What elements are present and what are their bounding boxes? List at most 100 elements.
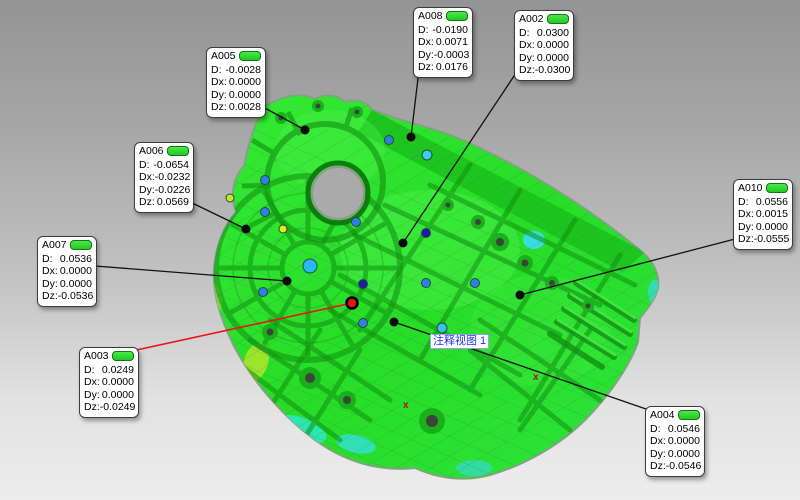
row-value-dy: -0.0226 [155, 184, 191, 197]
row-value-d: -0.0190 [432, 24, 468, 37]
annotation-id: A002 [519, 13, 544, 26]
annotation-id: A004 [650, 409, 675, 422]
row-label-dy: Dy: [738, 221, 754, 234]
row-label-d: D: [84, 364, 95, 377]
anchor-point-A010[interactable] [516, 291, 525, 300]
row-label-dx: Dx: [211, 76, 227, 89]
measurement-dot-hub[interactable] [303, 259, 317, 273]
row-value-dz: -0.0300 [535, 64, 571, 77]
row-label-d: D: [211, 64, 222, 77]
row-label-d: D: [519, 27, 530, 40]
row-label-dy: Dy: [418, 49, 434, 62]
datum-x-marker: x [403, 400, 409, 411]
measurement-dot-yellow[interactable] [279, 225, 287, 233]
row-value-dy: 0.0000 [537, 52, 569, 65]
row-value-dx: 0.0015 [756, 208, 788, 221]
row-value-dz: 0.0176 [436, 61, 468, 74]
row-label-dx: Dx: [650, 435, 666, 448]
row-value-d: 0.0300 [537, 27, 569, 40]
measurement-dot-blue[interactable] [259, 288, 268, 297]
row-label-dz: Dz: [42, 290, 58, 303]
row-value-d: 0.0249 [102, 364, 134, 377]
datum-x-marker: x [533, 372, 539, 383]
row-value-dx: 0.0000 [229, 76, 261, 89]
measurement-dot-blue[interactable] [422, 279, 431, 288]
measurement-dot-blue[interactable] [352, 218, 361, 227]
tolerance-pass-indicator [112, 351, 134, 361]
annotation-id: A005 [211, 50, 236, 63]
row-value-dy: -0.0003 [434, 49, 470, 62]
annotation-id: A006 [139, 145, 164, 158]
row-value-dx: 0.0000 [60, 265, 92, 278]
annotation-label-A010[interactable]: A010 D:0.0556 Dx:0.0015 Dy:0.0000 Dz:-0.… [733, 179, 793, 250]
row-value-d: 0.0546 [668, 423, 700, 436]
measurement-dot-cyan[interactable] [437, 323, 447, 333]
row-label-dz: Dz: [738, 233, 754, 246]
row-label-dz: Dz: [519, 64, 535, 77]
annotation-id: A010 [738, 182, 763, 195]
measurement-dot-blue[interactable] [261, 176, 270, 185]
annotation-label-A002[interactable]: A002 D:0.0300 Dx:0.0000 Dy:0.0000 Dz:-0.… [514, 10, 574, 81]
row-label-d: D: [42, 253, 53, 266]
annotation-label-A003[interactable]: A003 D:0.0249 Dx:0.0000 Dy:0.0000 Dz:-0.… [79, 347, 139, 418]
row-value-dx: 0.0071 [436, 36, 468, 49]
row-value-dy: 0.0000 [668, 448, 700, 461]
row-value-dy: 0.0000 [60, 278, 92, 291]
measurement-dot-navy[interactable] [359, 280, 368, 289]
tolerance-pass-indicator [239, 51, 261, 61]
measurement-dot-blue[interactable] [471, 279, 480, 288]
annotation-view-name-tag[interactable]: 注释视图 1 [430, 334, 489, 349]
anchor-point-A008[interactable] [407, 133, 416, 142]
row-label-dy: Dy: [650, 448, 666, 461]
anchor-point-A004[interactable] [390, 318, 399, 327]
row-label-dz: Dz: [418, 61, 434, 74]
row-label-dy: Dy: [519, 52, 535, 65]
row-label-dy: Dy: [139, 184, 155, 197]
measurement-dot-navy[interactable] [422, 229, 431, 238]
annotation-label-A005[interactable]: A005 D:-0.0028 Dx:0.0000 Dy:0.0000 Dz:0.… [206, 47, 266, 118]
annotation-label-A007[interactable]: A007 D:0.0536 Dx:0.0000 Dy:0.0000 Dz:-0.… [37, 236, 97, 307]
row-value-d: 0.0536 [60, 253, 92, 266]
measurement-dot-blue[interactable] [385, 136, 394, 145]
row-value-dz: -0.0249 [100, 401, 136, 414]
anchor-point-A002[interactable] [399, 239, 408, 248]
center-bore-hole [308, 163, 368, 223]
row-value-dy: 0.0000 [756, 221, 788, 234]
row-label-dz: Dz: [84, 401, 100, 414]
row-value-dy: 0.0000 [102, 389, 134, 402]
measurement-dot-lime[interactable] [226, 194, 234, 202]
tolerance-pass-indicator [678, 410, 700, 420]
row-label-d: D: [738, 196, 749, 209]
row-label-dy: Dy: [211, 89, 227, 102]
viewport-3d[interactable]: x x A0 [0, 0, 800, 500]
annotation-label-A008[interactable]: A008 D:-0.0190 Dx:0.0071 Dy:-0.0003 Dz:0… [413, 7, 473, 78]
row-label-dx: Dx: [418, 36, 434, 49]
measurement-dot-blue[interactable] [261, 208, 270, 217]
row-label-dx: Dx: [139, 171, 155, 184]
row-value-d: 0.0556 [756, 196, 788, 209]
measurement-dot-blue[interactable] [359, 319, 368, 328]
tolerance-pass-indicator [547, 14, 569, 24]
row-label-dx: Dx: [738, 208, 754, 221]
row-value-d: -0.0028 [225, 64, 261, 77]
row-value-dx: 0.0000 [537, 39, 569, 52]
tolerance-pass-indicator [446, 11, 468, 21]
tolerance-pass-indicator [167, 146, 189, 156]
row-label-dy: Dy: [42, 278, 58, 291]
anchor-point-A007[interactable] [283, 277, 292, 286]
row-value-dx: -0.0232 [155, 171, 191, 184]
row-value-dz: 0.0028 [229, 101, 261, 114]
annotation-label-A004[interactable]: A004 D:0.0546 Dx:0.0000 Dy:0.0000 Dz:-0.… [645, 406, 705, 477]
measurement-dot-cyan[interactable] [422, 150, 432, 160]
row-label-d: D: [418, 24, 429, 37]
annotation-id: A008 [418, 10, 443, 23]
anchor-point-A003-selected[interactable] [347, 298, 358, 309]
row-value-dx: 0.0000 [668, 435, 700, 448]
annotation-label-A006[interactable]: A006 D:-0.0654 Dx:-0.0232 Dy:-0.0226 Dz:… [134, 142, 194, 213]
annotation-id: A007 [42, 239, 67, 252]
row-label-dx: Dx: [42, 265, 58, 278]
annotation-id: A003 [84, 350, 109, 363]
anchor-point-A006[interactable] [242, 225, 251, 234]
row-label-dz: Dz: [139, 196, 155, 209]
anchor-point-A005[interactable] [301, 126, 310, 135]
